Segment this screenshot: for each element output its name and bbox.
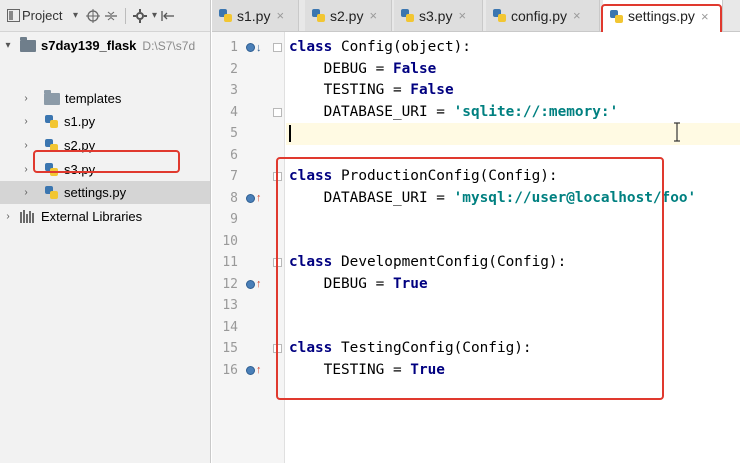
tree-item-label: External Libraries	[41, 209, 143, 224]
expand-arrow-icon[interactable]: ›	[20, 187, 32, 198]
string-token: 'sqlite://:memory:'	[453, 103, 619, 120]
tab-label: s2.py	[330, 7, 364, 24]
project-panel: Project ▾ ▾ ▾ s7day139_flask D:\S7\s7d ›…	[0, 0, 211, 463]
keyword-token: False	[410, 82, 454, 98]
python-file-icon	[311, 8, 326, 23]
line-number: 11	[222, 255, 238, 270]
folder-icon	[20, 36, 36, 52]
project-toolbar: Project ▾ ▾	[0, 0, 210, 32]
close-icon[interactable]: ×	[458, 8, 466, 23]
hide-panel-icon[interactable]	[159, 7, 177, 25]
tab-config[interactable]: config.py ×	[486, 0, 600, 31]
tab-s3[interactable]: s3.py ×	[394, 0, 483, 31]
library-icon	[20, 210, 36, 223]
gear-icon[interactable]	[131, 7, 149, 25]
override-marker-icon[interactable]: ↑	[246, 360, 266, 382]
tree-item-path: D:\S7\s7d	[142, 38, 196, 53]
toolbar-divider	[125, 7, 127, 24]
code-line[interactable]: DEBUG = False	[286, 59, 740, 81]
expand-arrow-icon[interactable]: ›	[20, 116, 32, 127]
keyword-token: class	[289, 39, 333, 55]
line-number: 10	[222, 233, 238, 249]
editor-gutter: 1 2 3 4 5 6 7 8 9 10 11 12 13 14 15 16 ↓ ↑ ↑ ↑	[212, 32, 285, 463]
line-number: 16	[222, 362, 238, 378]
tree-item-settings[interactable]: › settings.py	[0, 181, 210, 204]
tab-s1[interactable]: s1.py ×	[212, 0, 299, 31]
line-number: 5	[230, 126, 238, 141]
line-number: 3	[230, 83, 238, 98]
code-token: Config(object):	[332, 39, 471, 55]
keyword-token: False	[392, 60, 437, 77]
python-file-icon	[218, 8, 233, 23]
line-number: 15	[222, 341, 238, 356]
close-icon[interactable]: ×	[369, 8, 377, 23]
fold-icon[interactable]	[273, 107, 282, 117]
line-number: 7	[230, 169, 238, 184]
line-number: 13	[222, 298, 238, 313]
tree-item-templates[interactable]: › templates	[0, 87, 210, 110]
python-file-icon	[44, 114, 59, 129]
highlight-annotation	[33, 150, 180, 173]
python-file-icon	[44, 185, 59, 200]
code-token: TESTING =	[289, 82, 411, 98]
chevron-down-icon[interactable]: ▾	[149, 7, 159, 25]
tree-item-s1[interactable]: › s1.py	[0, 110, 210, 133]
locate-icon[interactable]	[84, 7, 102, 25]
tab-label: s3.py	[419, 7, 453, 24]
code-line[interactable]: DATABASE_URI = 'sqlite://:memory:'	[286, 102, 740, 124]
code-token: DATABASE_URI =	[289, 103, 454, 120]
expand-arrow-icon[interactable]: ›	[2, 211, 14, 222]
expand-arrow-icon[interactable]: ›	[20, 164, 32, 175]
tab-label: s1.py	[237, 7, 271, 24]
tree-item-label: s7day139_flask	[41, 38, 137, 53]
text-cursor-icon	[674, 122, 680, 142]
python-file-icon	[400, 8, 415, 23]
line-number: 1	[230, 40, 238, 55]
close-icon[interactable]: ×	[573, 8, 581, 23]
line-number: 9	[230, 212, 238, 227]
expand-arrow-icon[interactable]: ▾	[2, 40, 14, 51]
text-caret	[289, 124, 291, 142]
override-marker-icon[interactable]: ↑	[246, 188, 266, 210]
python-file-icon	[492, 8, 507, 23]
tree-item-label: templates	[65, 91, 122, 106]
line-number: 14	[222, 319, 238, 335]
expand-arrow-icon[interactable]: ›	[20, 93, 32, 104]
tree-item-label: settings.py	[64, 185, 127, 200]
line-number: 2	[230, 61, 238, 77]
collapse-all-icon[interactable]	[102, 7, 120, 25]
fold-icon[interactable]	[273, 43, 282, 52]
tree-item-external-libraries[interactable]: › External Libraries	[0, 205, 210, 228]
folder-icon	[44, 89, 60, 105]
override-marker-icon[interactable]: ↑	[246, 274, 266, 296]
line-number: 4	[230, 104, 238, 120]
project-panel-title[interactable]: Project	[22, 8, 62, 23]
highlight-annotation	[276, 157, 664, 400]
chevron-down-icon[interactable]: ▾	[66, 7, 84, 25]
code-line[interactable]: class Config(object):	[286, 37, 740, 59]
expand-arrow-icon[interactable]: ›	[20, 140, 32, 151]
project-view-icon[interactable]	[4, 7, 22, 25]
tab-s2[interactable]: s2.py ×	[305, 0, 392, 31]
tree-item-label: s1.py	[64, 114, 96, 129]
tree-root-folder[interactable]: ▾ s7day139_flask D:\S7\s7d	[0, 34, 210, 57]
line-number: 12	[222, 276, 238, 292]
tab-label: config.py	[511, 7, 568, 24]
override-marker-icon[interactable]: ↓	[246, 37, 266, 59]
code-line[interactable]: TESTING = False	[286, 80, 740, 102]
line-number: 6	[230, 147, 238, 163]
code-token: DEBUG =	[289, 60, 393, 77]
line-number: 8	[230, 190, 238, 206]
close-icon[interactable]: ×	[276, 8, 284, 23]
